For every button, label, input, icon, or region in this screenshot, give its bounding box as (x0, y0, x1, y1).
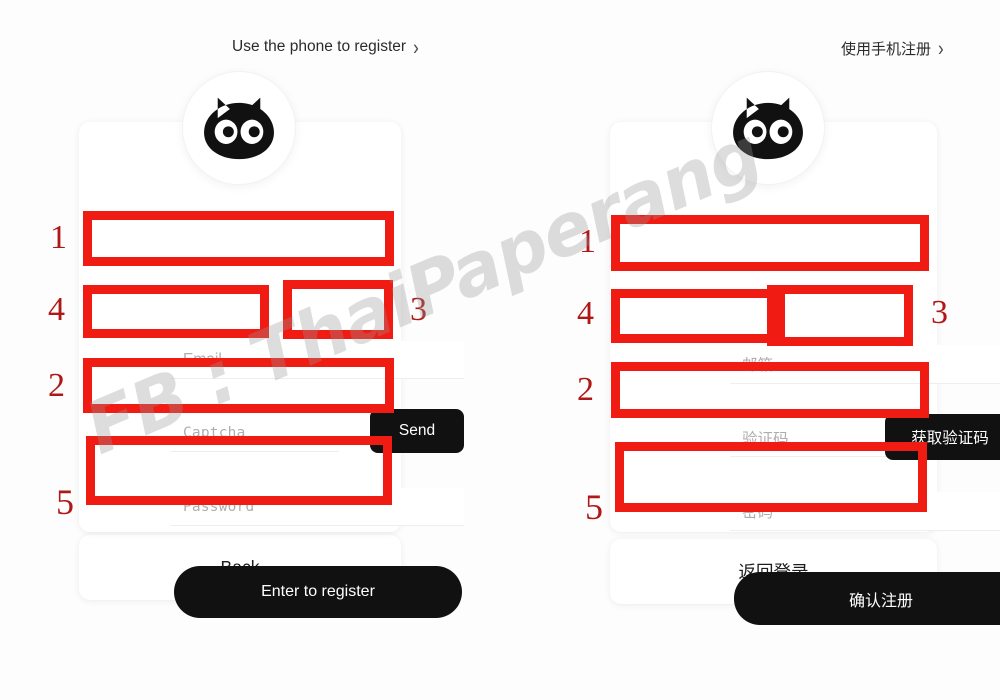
annotation-number-3: 3 (931, 294, 948, 331)
password-field[interactable]: Password (171, 488, 464, 526)
use-phone-to-register-label: Use the phone to register (232, 38, 407, 55)
captcha-field[interactable]: 验证码 (730, 419, 886, 457)
chevron-right-icon: › (413, 35, 419, 59)
send-code-button[interactable]: Send (370, 409, 464, 453)
email-field[interactable]: Email (171, 341, 464, 379)
captcha-field[interactable]: Captcha (171, 415, 339, 452)
annotation-number-3: 3 (410, 291, 427, 328)
use-phone-to-register-label-cn: 使用手机注册 (841, 41, 932, 58)
use-phone-to-register-link[interactable]: Use the phone to register › (232, 35, 419, 59)
annotation-number-2: 2 (577, 371, 594, 408)
cat-logo-icon (711, 71, 825, 185)
annotation-number-5: 5 (56, 482, 74, 522)
chevron-right-icon: › (938, 36, 944, 61)
panel-chinese-register: 使用手机注册 › 邮箱 验证码 获取验证码 密码 确认注册 返回登录 (500, 0, 1000, 700)
panel-english-register: Use the phone to register › Email Captch… (0, 0, 500, 700)
register-submit-button[interactable]: 确认注册 (734, 572, 1000, 625)
annotation-number-5: 5 (585, 487, 603, 527)
screenshot-stage: Use the phone to register › Email Captch… (0, 0, 1000, 700)
annotation-number-1: 1 (50, 219, 67, 256)
use-phone-to-register-link-cn[interactable]: 使用手机注册 › (841, 38, 944, 59)
annotation-number-4: 4 (48, 291, 65, 328)
password-field[interactable]: 密码 (730, 492, 1000, 531)
cat-logo-icon (182, 71, 296, 185)
register-submit-button[interactable]: Enter to register (174, 566, 462, 618)
annotation-number-4: 4 (577, 295, 594, 332)
annotation-number-2: 2 (48, 367, 65, 404)
send-code-button[interactable]: 获取验证码 (885, 414, 1000, 460)
email-field[interactable]: 邮箱 (730, 345, 1000, 384)
annotation-number-1: 1 (579, 223, 596, 260)
